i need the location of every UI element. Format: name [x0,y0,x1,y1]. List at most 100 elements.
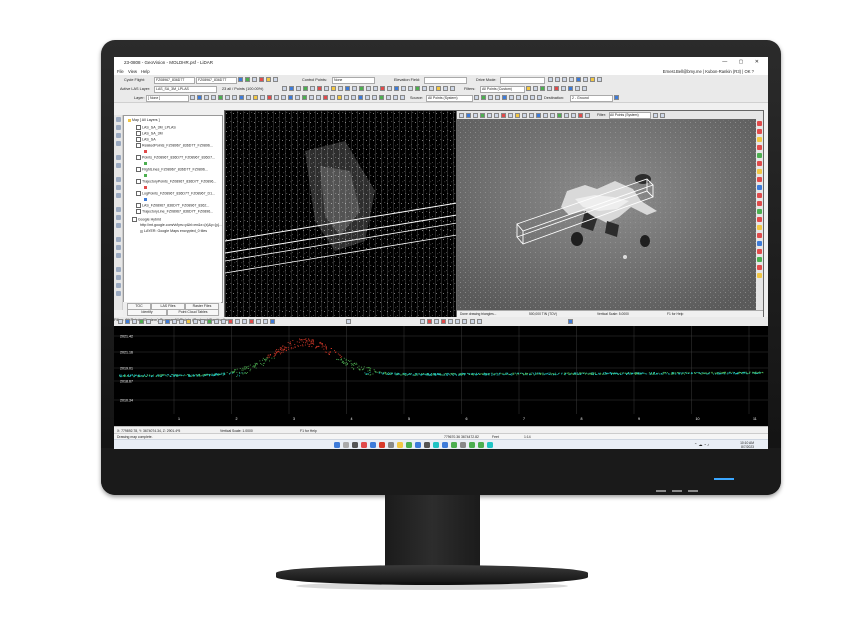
tool-icon[interactable] [352,85,357,91]
layer-item[interactable]: FlightLines_FZ08967_836D7T_FZ0896... [136,167,208,172]
tool-icon[interactable] [757,193,762,198]
tool-icon[interactable] [509,94,514,100]
tool-icon[interactable] [132,318,137,324]
tool-icon[interactable] [422,85,427,91]
tool-icon[interactable] [554,85,559,91]
tool-icon[interactable] [455,318,460,324]
layer-item[interactable]: RelatedPoints_FZ08967_836D7T_FZ0896... [136,143,213,148]
tool-icon[interactable] [450,85,455,91]
tool-icon[interactable] [274,94,279,100]
tool-icon[interactable] [757,241,762,246]
tool-icon[interactable] [118,318,123,324]
tool-icon[interactable] [540,85,545,91]
tool-icon[interactable] [474,94,479,100]
next-icon[interactable] [562,76,567,82]
tool-icon[interactable] [379,94,384,100]
filter-icon[interactable] [526,85,531,91]
tool-icon[interactable] [757,145,762,150]
tool-icon[interactable] [522,112,527,118]
tool-icon[interactable] [165,318,170,324]
tool-icon[interactable] [214,318,219,324]
tool-icon[interactable] [193,318,198,324]
profile-view[interactable]: 2021.42 2021.16 2019.01 2018.67 2010.34 1 2 3 4… [114,326,768,426]
undo-icon[interactable] [523,94,528,100]
tool-icon[interactable] [373,85,378,91]
tool-icon[interactable] [508,112,513,118]
system-tray-icons[interactable]: ⌃ ☁ ◔ ♪ [694,442,709,447]
control-points-select[interactable]: None [332,76,375,84]
layer-icon[interactable] [245,76,250,82]
tool-icon[interactable] [415,85,420,91]
tool-icon[interactable] [288,94,293,100]
tool-icon[interactable] [115,215,121,220]
tool-icon[interactable] [345,85,350,91]
tool-icon[interactable] [221,318,226,324]
tool-icon[interactable] [757,129,762,134]
tool-icon[interactable] [757,201,762,206]
tool-icon[interactable] [324,85,329,91]
layer-item[interactable]: Map [ All Layers ] [128,118,160,122]
tab-identify[interactable]: Identify [127,309,167,316]
app-icon[interactable] [478,442,484,448]
tool-icon[interactable] [757,121,762,126]
app-icon[interactable] [424,442,430,448]
tool-icon[interactable] [757,265,762,270]
drive-mode-select[interactable] [500,76,545,84]
tool-icon[interactable] [115,291,121,296]
tool-icon[interactable] [462,318,467,324]
tool-icon[interactable] [481,94,486,100]
cycle-flight-select-2[interactable]: FZ08967_836D7T [196,76,237,84]
tool-icon[interactable] [372,94,377,100]
tool-icon[interactable] [331,85,336,91]
tool-icon[interactable] [296,85,301,91]
tool-icon[interactable] [757,217,762,222]
tool-icon[interactable] [537,94,542,100]
tool-icon[interactable] [502,94,507,100]
tool-icon[interactable] [115,223,121,228]
tool-icon[interactable] [346,318,351,324]
tool-icon[interactable] [256,318,261,324]
app-icon[interactable] [451,442,457,448]
tool-icon[interactable] [547,85,552,91]
tool-icon[interactable] [571,112,576,118]
app-icon[interactable] [406,442,412,448]
tool-icon[interactable] [427,318,432,324]
tool-icon[interactable] [359,85,364,91]
layer-item[interactable]: LAS_SA_3M [136,131,163,136]
app-icon[interactable] [415,442,421,448]
play-icon[interactable] [576,76,581,82]
app-icon[interactable] [388,442,394,448]
tool-icon[interactable] [660,112,665,118]
delete-icon[interactable] [259,76,264,82]
tool-icon[interactable] [337,94,342,100]
destination-select[interactable]: 2 - Ground [570,94,613,102]
tool-icon[interactable] [115,267,121,272]
tool-icon[interactable] [536,112,541,118]
tool-icon[interactable] [575,85,580,91]
tool-icon[interactable] [115,275,121,280]
tool-icon[interactable] [366,85,371,91]
tool-icon[interactable] [358,94,363,100]
tool-icon[interactable] [239,94,244,100]
tool-icon[interactable] [310,85,315,91]
tool-icon[interactable] [316,94,321,100]
active-layer-select[interactable]: LAS_SA_3M_LPLAS [154,85,217,93]
tool-icon[interactable] [351,94,356,100]
tool-icon[interactable] [282,85,287,91]
tool-icon[interactable] [139,318,144,324]
undo-icon[interactable] [393,94,398,100]
tool-icon[interactable] [232,94,237,100]
redo-icon[interactable] [477,318,482,324]
cycle-flight-select[interactable]: FZ08967_836D7T [154,76,195,84]
first-icon[interactable] [548,76,553,82]
tool-icon[interactable] [488,94,493,100]
tool-icon[interactable] [448,318,453,324]
tool-icon[interactable] [387,85,392,91]
layer-item[interactable]: LAS_SA_3M_LPLAS [136,125,176,130]
last-icon[interactable] [569,76,574,82]
tool-icon[interactable] [757,177,762,182]
tool-icon[interactable] [515,112,520,118]
app-icon[interactable] [379,442,385,448]
tool-icon[interactable] [309,94,314,100]
measure-icon[interactable] [115,155,121,160]
